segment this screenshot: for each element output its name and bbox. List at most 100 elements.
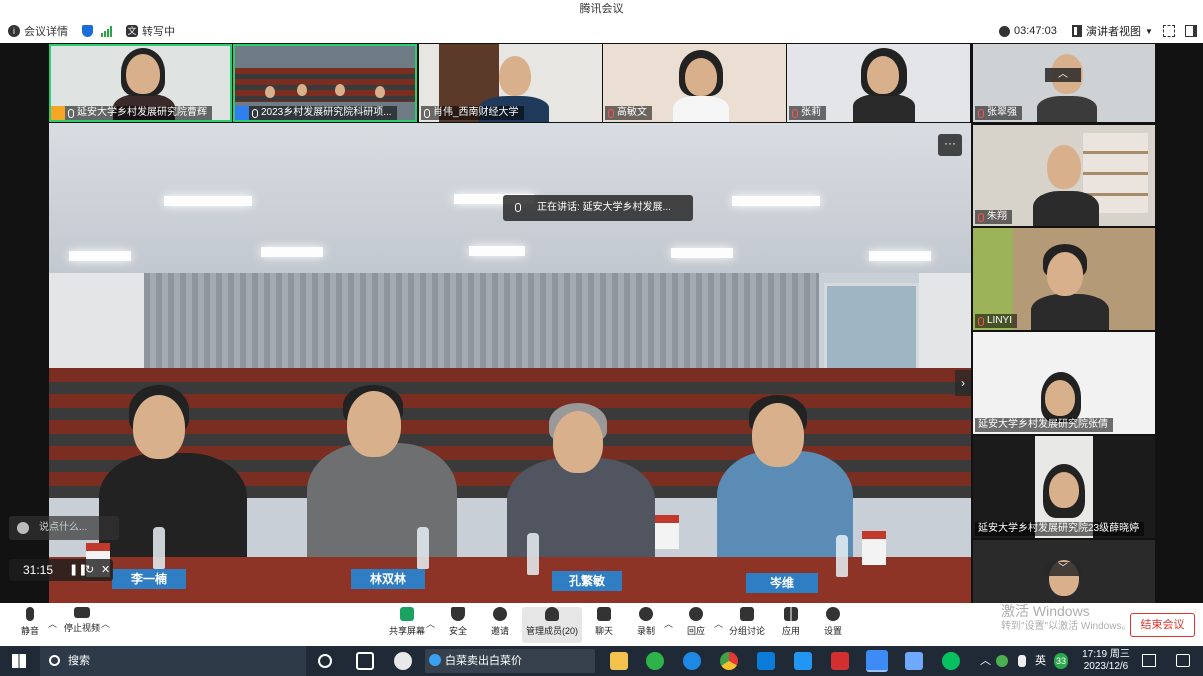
room-wall (49, 273, 144, 383)
mail-icon[interactable] (794, 652, 812, 670)
tray-expand-icon[interactable]: ︿ (980, 646, 991, 676)
video-more-button[interactable]: ··· (938, 134, 962, 156)
action-center-icon[interactable] (1176, 654, 1190, 667)
participant-face (297, 84, 307, 96)
file-explorer-icon[interactable] (610, 652, 628, 670)
speaking-prefix: 正在讲话: (537, 202, 580, 213)
cortana-icon[interactable] (318, 654, 332, 668)
ime-indicator[interactable]: 英 (1035, 646, 1046, 676)
window-app-icon[interactable] (905, 652, 923, 670)
quick-chat-input[interactable]: 说点什么... (9, 516, 119, 540)
nameplate: 林双林 (351, 569, 425, 589)
video-area: 延安大学乡村发展研究院曹辉 2023乡村发展研究院科研项... 肖伟_西南财经大… (0, 43, 1203, 603)
tray-app-icon[interactable] (996, 655, 1008, 667)
close-recording-button[interactable]: ✕ (101, 559, 110, 581)
search-label: 搜索 (68, 655, 90, 667)
edge-icon (429, 654, 441, 666)
nameplate: 岑维 (746, 573, 818, 593)
transcribing-status[interactable]: 文 转写中 (126, 23, 175, 39)
tray-badge[interactable]: 33 (1054, 653, 1069, 669)
video-tile[interactable]: 高敏文 (603, 44, 786, 122)
video-tile[interactable]: 肖伟_西南财经大学 (419, 44, 602, 122)
fullscreen-button[interactable] (1163, 19, 1175, 43)
room-background (235, 68, 415, 102)
breakout-icon (740, 607, 754, 621)
network-status[interactable] (101, 25, 112, 37)
side-panel-button[interactable] (1185, 19, 1197, 43)
speaker-face (553, 411, 603, 473)
fan-app-icon[interactable] (394, 652, 412, 670)
video-tile[interactable]: 朱翔 (973, 125, 1155, 226)
manage-members-button[interactable]: 管理成员(20) (522, 607, 582, 643)
chrome-icon[interactable] (720, 652, 738, 670)
store-icon[interactable] (757, 652, 775, 670)
video-tile[interactable]: 2023乡村发展研究院科研项... (233, 44, 417, 122)
browser-360-icon[interactable] (646, 652, 664, 670)
fullscreen-icon (1163, 25, 1175, 37)
video-tile[interactable]: LINYI (973, 228, 1155, 330)
end-meeting-button[interactable]: 结束会议 (1130, 613, 1195, 637)
invite-button[interactable]: 邀请 (474, 607, 526, 643)
video-options-caret[interactable]: ︿ (101, 617, 110, 630)
window-title: 腾讯会议 (579, 3, 624, 15)
mic-icon (68, 108, 74, 118)
participant-face (335, 84, 345, 96)
layout-icon (1072, 25, 1082, 37)
emoji-icon (17, 522, 29, 534)
windows-taskbar: 搜索 白菜卖出白菜价 ︿ 英 33 17:19 周三 2023/12/6 (0, 646, 1203, 676)
participant-name: 延安大学乡村发展研究院曹辉 (77, 107, 207, 118)
apps-grid-icon (784, 607, 798, 621)
view-mode-dropdown[interactable]: 演讲者视图 ▼ (1072, 19, 1153, 43)
video-tile[interactable]: 张莉 (787, 44, 970, 122)
invite-label: 邀请 (490, 626, 509, 636)
meeting-top-bar: i 会议详情 文 转写中 03:47:03 演讲者视图 ▼ (0, 19, 1203, 43)
speaker-figure (99, 453, 247, 563)
windows-start-icon[interactable] (12, 654, 26, 668)
collapse-strip-button[interactable]: ︿ (1045, 68, 1081, 82)
react-label: 回应 (686, 626, 705, 636)
duration-value: 03:47:03 (1014, 25, 1057, 37)
task-view-icon[interactable] (356, 652, 374, 670)
edge-browser-icon[interactable] (683, 652, 701, 670)
ceiling-light (869, 251, 931, 261)
video-tile[interactable]: ﹀ (973, 540, 1155, 603)
participant-face (499, 56, 531, 96)
transcribe-icon: 文 (126, 25, 138, 37)
info-icon: i (8, 25, 20, 37)
speaking-name: 延安大学乡村发展... (582, 202, 671, 213)
system-clock[interactable]: 17:19 周三 2023/12/6 (1080, 649, 1132, 673)
stop-video-label: 停止视频 (63, 623, 100, 633)
settings-button[interactable]: 设置 (807, 607, 859, 643)
wechat-icon[interactable] (942, 652, 960, 670)
mic-tray-icon[interactable] (1018, 655, 1026, 667)
video-tile[interactable]: 延安大学乡村发展研究院曹辉 (49, 44, 232, 122)
front-desk (49, 557, 971, 603)
video-tile[interactable]: 延安大学乡村发展研究院张倩 (973, 332, 1155, 434)
tencent-meeting-icon[interactable] (866, 650, 888, 672)
meeting-info-button[interactable]: i 会议详情 (8, 23, 68, 39)
gear-icon (826, 607, 840, 621)
room-curtain (144, 273, 819, 373)
participant-face (1045, 380, 1075, 416)
taskbar-search[interactable]: 搜索 (40, 646, 306, 676)
room-window (824, 283, 919, 373)
wps-icon[interactable] (831, 652, 849, 670)
room-wall (919, 273, 971, 383)
security-shield-button[interactable] (82, 25, 93, 37)
nameplate: 孔繁敏 (552, 571, 622, 591)
browser-search-box[interactable]: 白菜卖出白菜价 (425, 649, 595, 673)
expand-strip-button[interactable]: ﹀ (1045, 562, 1081, 576)
meeting-toolbar: 静音 ︿ 停止视频 ︿ 共享屏幕 ︿ 安全 邀请 管理成员(20) 聊天 录制 … (0, 603, 1203, 646)
mic-muted-icon (792, 108, 798, 118)
activation-watermark: 激活 Windows 转到"设置"以激活 Windows。 (1001, 603, 1131, 635)
active-speaker-indicator: 正在讲话: 延安大学乡村发展... (503, 195, 693, 221)
participant-name: 朱翔 (987, 211, 1007, 222)
recording-settings-button[interactable]: ↻ (85, 559, 94, 581)
video-tile[interactable]: ︿ 张翠强 (973, 44, 1155, 122)
video-tile[interactable]: 延安大学乡村发展研究院23级薛晓婷 (973, 436, 1155, 538)
add-user-icon (493, 607, 507, 621)
notification-icon[interactable] (1142, 654, 1156, 667)
next-page-button[interactable]: › (955, 370, 971, 396)
tile-name-label: 张莉 (789, 106, 826, 120)
cup (655, 515, 679, 549)
